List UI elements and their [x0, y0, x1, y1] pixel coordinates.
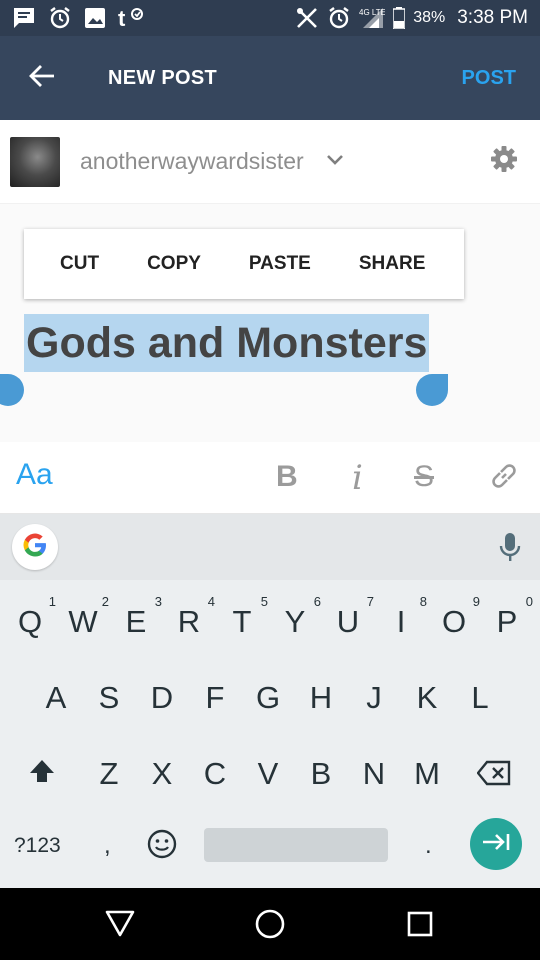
app-bar: NEW POST POST [0, 36, 540, 120]
svg-text:t: t [118, 7, 126, 29]
strikethrough-button[interactable]: S [414, 460, 434, 494]
share-button[interactable]: SHARE [359, 253, 426, 275]
key-u[interactable]: U7 [328, 594, 374, 640]
google-icon [21, 531, 49, 564]
arrow-back-icon [29, 64, 55, 93]
shift-key[interactable] [22, 756, 62, 792]
alarm-icon [327, 6, 351, 30]
account-selector[interactable]: anotherwaywardsister [0, 120, 540, 204]
status-bar: t 4G LTE 38% 3:38 PM [0, 0, 540, 36]
key-y[interactable]: Y6 [275, 594, 321, 640]
key-t[interactable]: T5 [222, 594, 268, 640]
key-o[interactable]: O9 [434, 594, 480, 640]
keyboard-suggestion-bar [0, 514, 540, 580]
key-c[interactable]: C [195, 756, 235, 792]
key-m[interactable]: M [407, 756, 447, 792]
key-p[interactable]: P0 [487, 594, 533, 640]
key-f[interactable]: F [195, 680, 235, 716]
bold-button[interactable]: B [276, 460, 298, 494]
key-d[interactable]: D [142, 680, 182, 716]
blog-name[interactable]: anotherwaywardsister [80, 148, 304, 175]
period-key[interactable]: . [425, 832, 432, 860]
cut-button[interactable]: CUT [60, 253, 99, 275]
system-nav-bar [0, 888, 540, 960]
key-r[interactable]: R4 [169, 594, 215, 640]
page-title: NEW POST [108, 66, 218, 89]
text-style-button[interactable]: Aa [16, 458, 53, 492]
text-selection-menu: CUT COPY PASTE SHARE [24, 229, 464, 299]
key-j[interactable]: J [354, 680, 394, 716]
key-z[interactable]: Z [89, 756, 129, 792]
key-h[interactable]: H [301, 680, 341, 716]
key-k[interactable]: K [407, 680, 447, 716]
key-q[interactable]: Q1 [10, 594, 56, 640]
microphone-icon[interactable] [498, 532, 522, 567]
nav-back-icon[interactable] [104, 908, 136, 943]
italic-button[interactable]: i [352, 458, 363, 498]
emoji-icon[interactable] [146, 828, 178, 865]
key-w[interactable]: W2 [63, 594, 109, 640]
soft-keyboard: Q1 W2 E3 R4 T5 Y6 U7 I8 O9 P0 A S D F G … [0, 514, 540, 888]
shift-icon [28, 756, 56, 791]
tools-icon [295, 6, 319, 30]
message-icon [12, 7, 36, 29]
link-icon[interactable] [488, 460, 520, 497]
signal-icon: 4G LTE [359, 7, 385, 29]
image-icon [84, 7, 106, 29]
key-v[interactable]: V [248, 756, 288, 792]
tumblr-icon: t [118, 7, 144, 29]
post-button[interactable]: POST [462, 67, 516, 90]
format-toolbar: Aa B i S [0, 442, 540, 514]
chevron-down-icon[interactable] [326, 153, 344, 171]
selection-handle-end[interactable] [416, 374, 448, 406]
battery-icon [393, 7, 406, 29]
key-b[interactable]: B [301, 756, 341, 792]
enter-key[interactable] [470, 818, 522, 870]
key-g[interactable]: G [248, 680, 288, 716]
key-a[interactable]: A [36, 680, 76, 716]
backspace-icon [476, 758, 511, 793]
nav-home-icon[interactable] [254, 908, 286, 945]
alarm-icon [48, 6, 72, 30]
copy-button[interactable]: COPY [147, 253, 201, 275]
space-key[interactable] [204, 828, 388, 862]
key-e[interactable]: E3 [116, 594, 162, 640]
key-s[interactable]: S [89, 680, 129, 716]
key-i[interactable]: I8 [381, 594, 427, 640]
avatar [10, 136, 60, 187]
back-button[interactable] [0, 36, 84, 120]
backspace-key[interactable] [474, 758, 514, 794]
battery-percent: 38% [413, 9, 446, 26]
paste-button[interactable]: PASTE [249, 253, 311, 275]
key-l[interactable]: L [460, 680, 500, 716]
tab-arrow-icon [481, 832, 511, 857]
gear-icon[interactable] [490, 145, 518, 178]
google-search-button[interactable] [12, 524, 58, 570]
key-x[interactable]: X [142, 756, 182, 792]
nav-recents-icon[interactable] [406, 910, 434, 943]
key-n[interactable]: N [354, 756, 394, 792]
symbols-key[interactable]: ?123 [14, 834, 61, 858]
comma-key[interactable]: , [104, 832, 111, 860]
clock: 3:38 PM [457, 7, 528, 28]
post-title-selected[interactable]: Gods and Monsters [24, 314, 430, 372]
